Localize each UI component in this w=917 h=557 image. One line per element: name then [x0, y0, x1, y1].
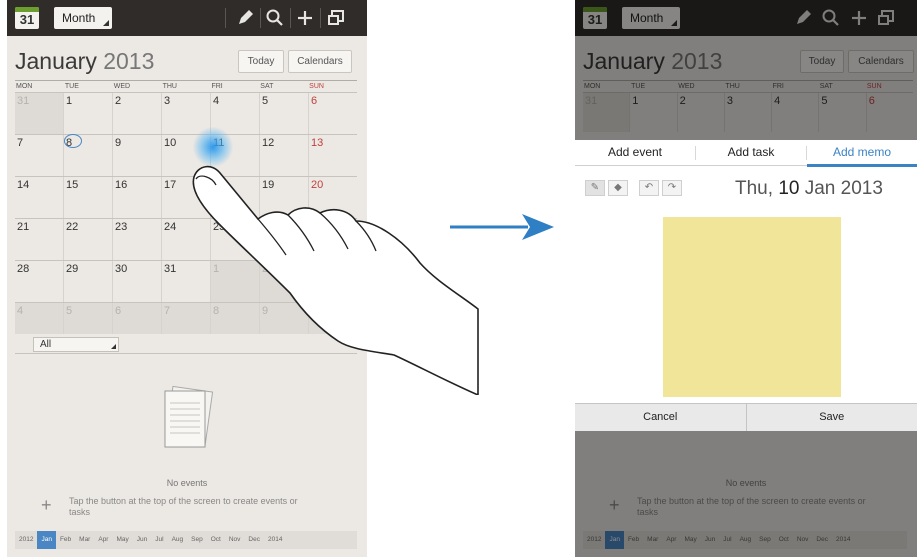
add-memo-dialog: Add event Add task Add memo ✎ ◆ ↶ ↷ Thu,… — [575, 140, 917, 430]
cancel-button[interactable]: Cancel — [575, 404, 747, 431]
calendar-icon-day: 31 — [19, 12, 35, 27]
undo-icon[interactable]: ↶ — [639, 180, 659, 196]
weekday-label: FRI — [211, 83, 223, 90]
month-strip-item[interactable]: Aug — [168, 531, 188, 549]
weekday-label: WED — [113, 83, 131, 90]
calendars-button[interactable]: Calendars — [288, 50, 352, 73]
day-cell[interactable]: 28 — [15, 261, 64, 302]
memo-toolbar: ✎ ◆ ↶ ↷ — [585, 180, 682, 196]
month-strip-item[interactable]: May — [112, 531, 132, 549]
weekday-label: MON — [16, 83, 33, 90]
day-cell[interactable]: 16 — [113, 177, 162, 218]
day-cell[interactable]: 21 — [15, 219, 64, 260]
month-strip-item[interactable]: Apr — [94, 531, 112, 549]
redo-icon[interactable]: ↷ — [662, 180, 682, 196]
weekday-label: SAT — [260, 83, 274, 90]
search-icon[interactable] — [263, 6, 287, 30]
calendar-screen-memo: 31 Month January 2013 Today Calendars MO… — [575, 0, 917, 557]
day-cell[interactable]: 22 — [64, 219, 113, 260]
week-row: 31 1 2 3 4 5 6 — [15, 92, 357, 134]
day-cell[interactable]: 31 — [15, 93, 64, 134]
view-mode-label: Month — [62, 11, 96, 25]
calendar-header: January 2013 Today Calendars — [7, 36, 367, 78]
filter-dropdown[interactable]: All — [33, 337, 119, 352]
window-icon[interactable] — [325, 6, 349, 30]
month-strip-item[interactable]: Dec — [244, 531, 264, 549]
today-indicator — [64, 134, 82, 148]
memo-date-day: 10 — [778, 178, 800, 199]
month-strip-item[interactable]: 2012 — [15, 531, 37, 549]
weekday-label: TUE — [64, 83, 79, 90]
tab-add-event[interactable]: Add event — [575, 140, 695, 166]
hand-gesture-icon — [192, 165, 479, 395]
divider — [290, 8, 291, 28]
month-strip-item[interactable]: 2014 — [264, 531, 286, 549]
month-strip-item[interactable]: Mar — [75, 531, 94, 549]
plus-icon: + — [41, 495, 52, 515]
divider — [225, 8, 226, 28]
month-strip-item[interactable]: Jul — [151, 531, 167, 549]
month-strip-item[interactable]: Feb — [56, 531, 75, 549]
day-cell[interactable]: 5 — [260, 93, 309, 134]
divider — [260, 8, 261, 28]
day-cell[interactable]: 29 — [64, 261, 113, 302]
day-cell[interactable]: 15 — [64, 177, 113, 218]
day-cell[interactable]: 2 — [113, 93, 162, 134]
day-cell[interactable]: 7 — [15, 135, 64, 176]
month-strip-item[interactable]: Nov — [225, 531, 245, 549]
weekday-label: SUN — [309, 83, 324, 90]
today-button[interactable]: Today — [238, 50, 284, 73]
day-cell[interactable]: 30 — [113, 261, 162, 302]
weekday-header: MON TUE WED THU FRI SAT SUN — [15, 80, 357, 92]
view-mode-dropdown[interactable]: Month — [54, 7, 112, 29]
memo-date-weekday: Thu, — [735, 178, 779, 199]
month-strip-item[interactable]: Jun — [133, 531, 151, 549]
month-strip: 2012 Jan Feb Mar Apr May Jun Jul Aug Sep Oct Nov Dec… — [15, 531, 357, 549]
month-strip-item[interactable]: Sep — [187, 531, 207, 549]
day-cell[interactable]: 8 — [64, 134, 113, 176]
day-cell[interactable]: 6 — [309, 93, 357, 134]
pen-icon[interactable] — [233, 6, 257, 30]
month-strip-item[interactable]: Jan — [37, 531, 56, 549]
memo-date-month-year: Jan 2013 — [799, 178, 883, 199]
memo-canvas[interactable] — [663, 217, 841, 397]
dialog-tabs: Add event Add task Add memo — [575, 140, 917, 167]
year: 2013 — [103, 48, 155, 74]
day-cell[interactable]: 9 — [113, 135, 162, 176]
tab-add-task[interactable]: Add task — [696, 140, 806, 166]
month-name: January — [15, 48, 97, 74]
plus-icon[interactable] — [293, 6, 317, 30]
divider — [320, 8, 321, 28]
memo-date: Thu, 10 Jan 2013 — [735, 178, 883, 200]
documents-icon — [164, 385, 214, 448]
month-strip-item[interactable]: Oct — [207, 531, 225, 549]
action-bar: 31 Month — [7, 0, 367, 36]
pen-tool-icon[interactable]: ✎ — [585, 180, 605, 196]
hint-text: Tap the button at the top of the screen … — [69, 496, 298, 517]
dialog-buttons: Cancel Save — [575, 403, 917, 431]
day-cell[interactable]: 1 — [64, 93, 113, 134]
arrow-right-icon — [450, 214, 554, 240]
eraser-icon[interactable]: ◆ — [608, 180, 628, 196]
filter-label: All — [40, 339, 52, 350]
calendar-app-icon[interactable]: 31 — [15, 7, 39, 29]
day-cell[interactable]: 14 — [15, 177, 64, 218]
day-cell[interactable]: 23 — [113, 219, 162, 260]
no-events-text: No events — [166, 478, 208, 488]
month-title: January 2013 — [15, 48, 154, 75]
save-button[interactable]: Save — [747, 404, 917, 431]
tab-add-memo[interactable]: Add memo — [807, 140, 917, 167]
weekday-label: THU — [162, 83, 177, 90]
